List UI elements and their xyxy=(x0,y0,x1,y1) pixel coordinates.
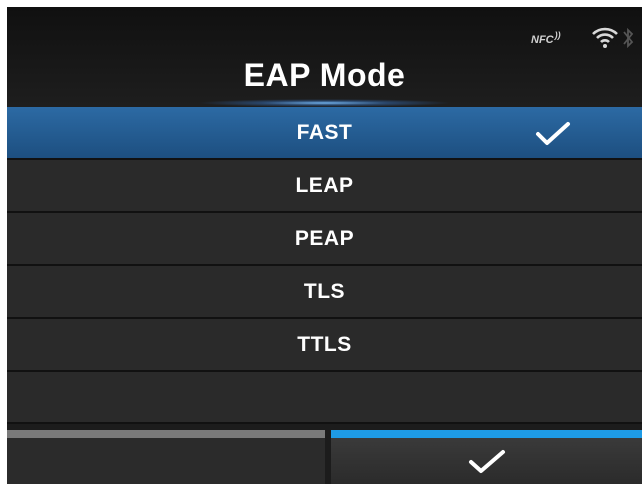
wifi-icon xyxy=(592,27,618,48)
empty-row xyxy=(7,372,642,424)
selected-checkmark-icon xyxy=(536,122,570,145)
title-bar: NFC)) EAP Mode xyxy=(7,7,642,107)
checkmark-icon xyxy=(468,450,505,473)
option-ttls[interactable]: TTLS xyxy=(7,319,642,372)
bluetooth-icon xyxy=(623,27,634,49)
page-title: EAP Mode xyxy=(243,57,406,93)
option-label: LEAP xyxy=(295,173,354,197)
option-label: TLS xyxy=(303,279,346,303)
eap-mode-list: FAST LEAP PEAP TLS TTLS xyxy=(7,107,642,424)
confirm-softkey[interactable] xyxy=(331,430,642,484)
left-softkey[interactable] xyxy=(7,430,325,484)
option-peap[interactable]: PEAP xyxy=(7,213,642,266)
title-underline-glow xyxy=(197,99,452,107)
option-label: FAST xyxy=(296,120,353,144)
option-label: PEAP xyxy=(294,226,355,250)
option-fast[interactable]: FAST xyxy=(7,107,642,160)
option-label: TTLS xyxy=(297,332,352,356)
option-leap[interactable]: LEAP xyxy=(7,160,642,213)
nfc-icon: )) xyxy=(554,30,561,40)
option-tls[interactable]: TLS xyxy=(7,266,642,319)
nfc-indicator: NFC)) xyxy=(531,25,561,55)
nfc-icon-label: NFC xyxy=(531,34,554,46)
softkey-bar xyxy=(7,430,642,484)
printer-display: NFC)) EAP Mode FAST LEAP PEAP TLS TTLS xyxy=(7,7,642,484)
